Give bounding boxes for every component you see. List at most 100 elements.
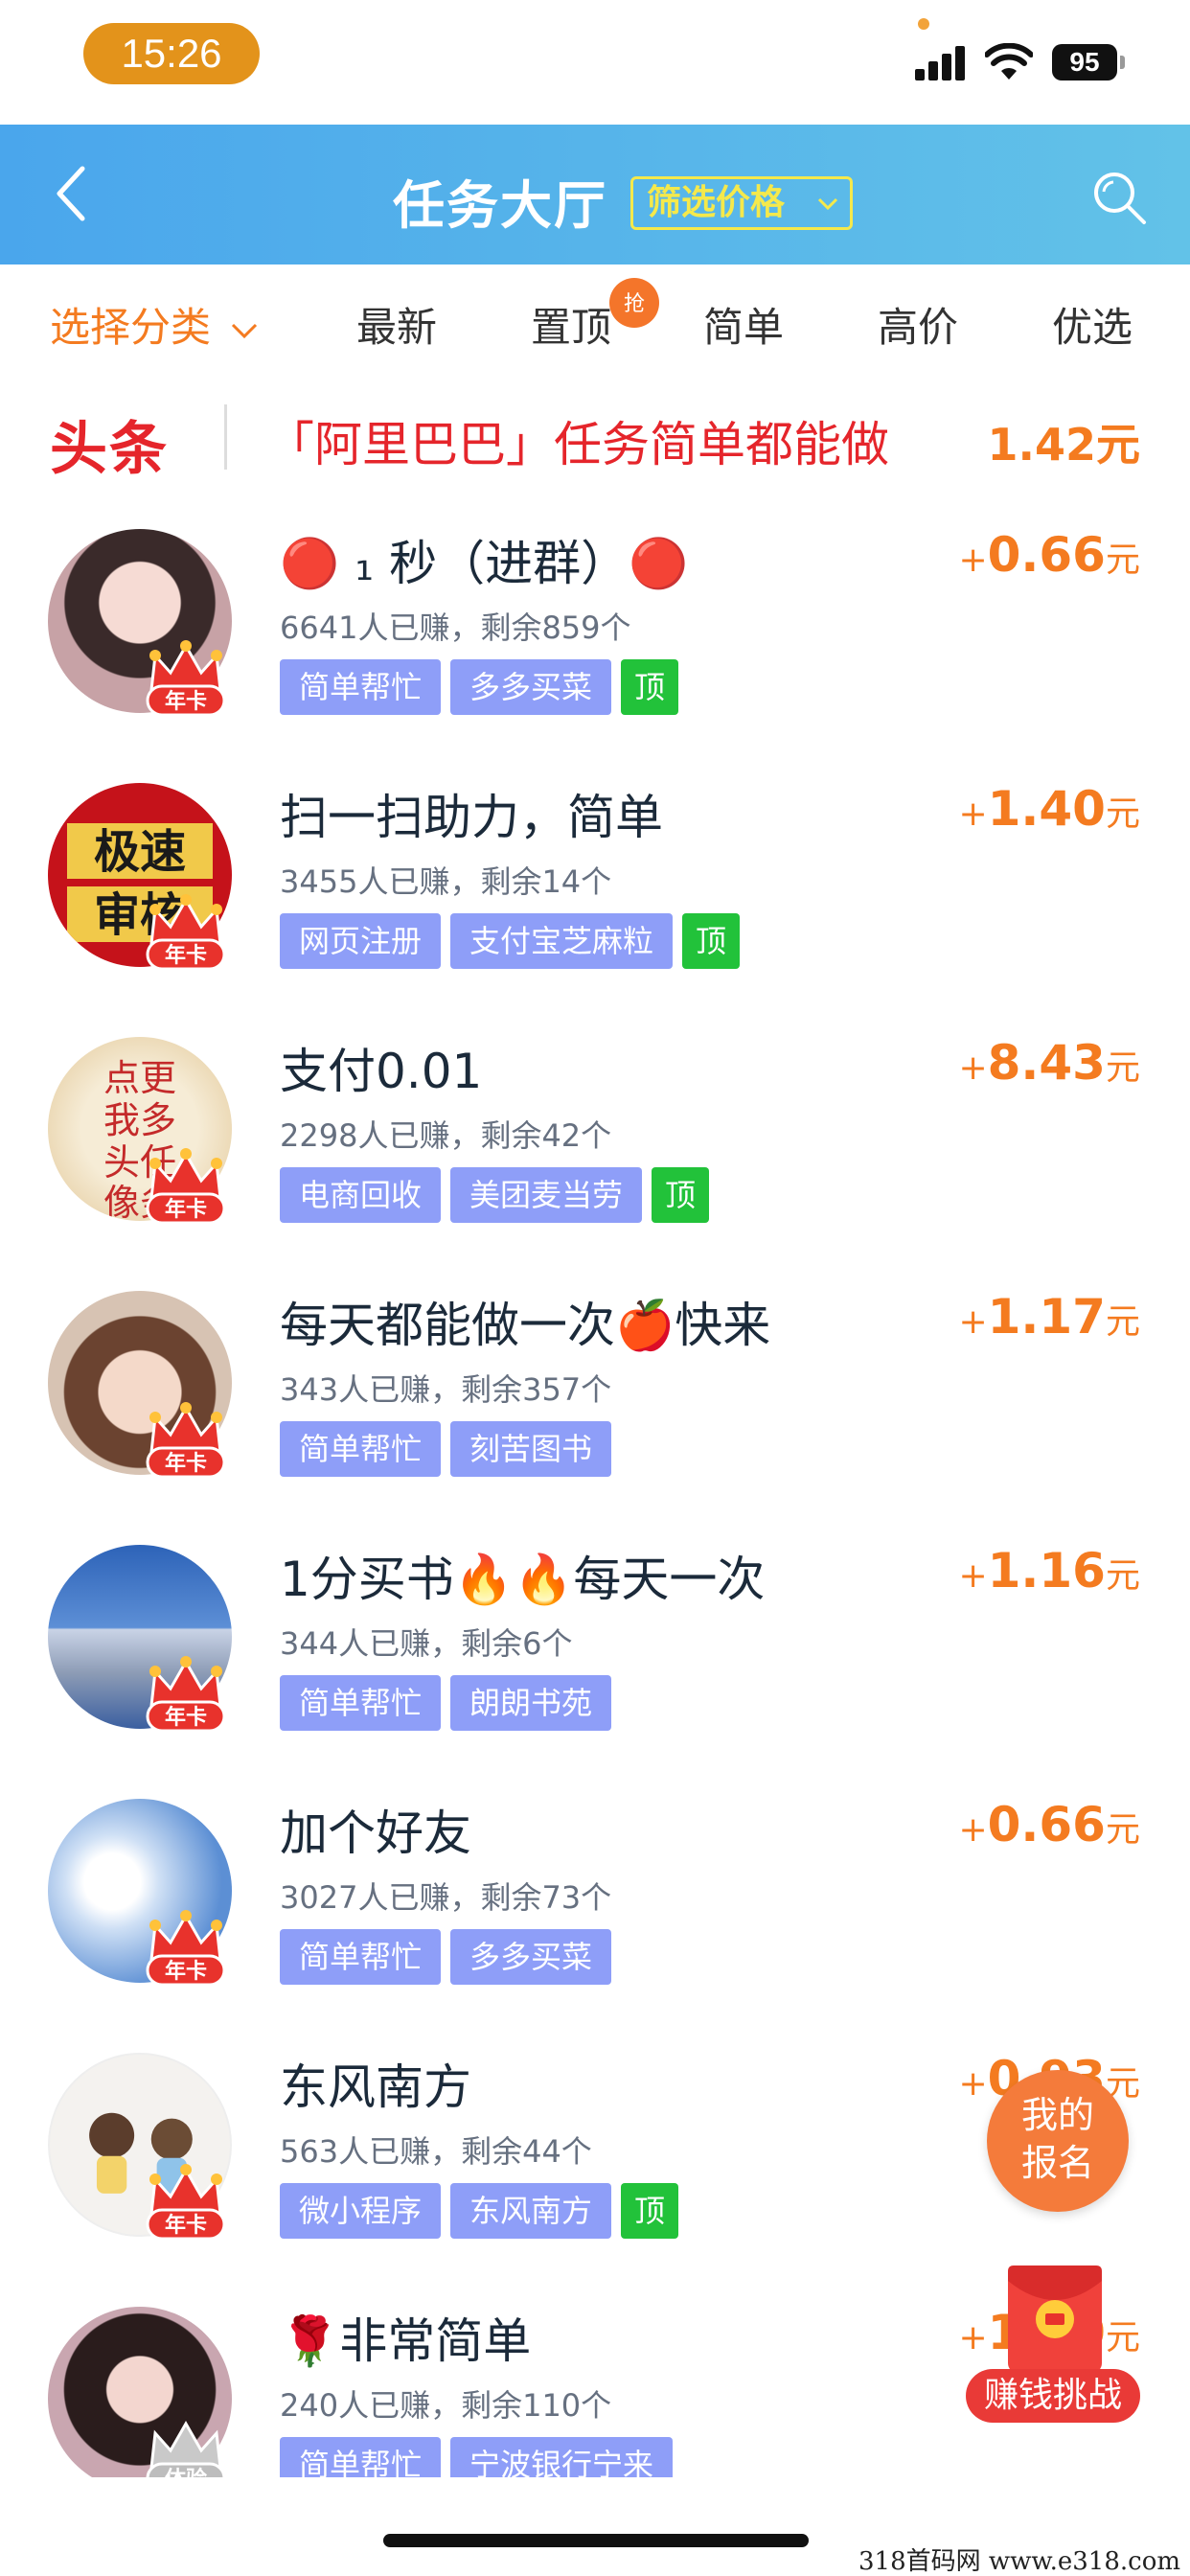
task-tag: 简单帮忙 <box>280 1675 442 1731</box>
task-tag: 刻苦图书 <box>450 1421 612 1477</box>
annual-vip-crown-icon: 年卡 <box>146 1402 226 1479</box>
task-tag: 支付宝芝麻粒 <box>450 913 674 969</box>
vip-label: 年卡 <box>165 689 207 714</box>
task-reward: +0.66元 <box>958 1797 1140 1852</box>
task-tag: 网页注册 <box>280 913 442 969</box>
chevron-down-icon <box>232 323 258 338</box>
vip-label: 年卡 <box>165 1451 207 1476</box>
task-item[interactable]: 点更 我多 头任 像务 年卡 支付0.01 2298人已赚，剩余42个 电商回收… <box>0 997 1190 1251</box>
vip-label: 年卡 <box>165 1959 207 1984</box>
pinned-tag: 顶 <box>682 913 741 969</box>
task-meta: 343人已赚，剩余357个 <box>280 1371 612 1408</box>
search-icon[interactable] <box>1090 169 1148 226</box>
tag-group: 微小程序 东风南方顶 <box>280 2183 688 2241</box>
fab-label-line2: 报名 <box>1020 2142 1094 2184</box>
task-title: 东风南方 <box>280 2059 471 2115</box>
task-item[interactable]: 年卡 每天都能做一次🍎快来 343人已赚，剩余357个 简单帮忙 刻苦图书 +1.… <box>0 1251 1190 1505</box>
grab-badge: 抢 <box>609 278 659 328</box>
vip-label: 体验 <box>165 2467 207 2477</box>
annual-vip-crown-icon: 年卡 <box>146 1148 226 1225</box>
privacy-indicator-dot <box>918 18 929 30</box>
task-reward: +1.40元 <box>958 781 1140 837</box>
task-reward: +8.43元 <box>958 1035 1140 1091</box>
annual-vip-crown-icon: 年卡 <box>146 640 226 717</box>
annual-vip-crown-icon: 年卡 <box>146 1910 226 1987</box>
tab-label: 选择分类 <box>50 304 212 351</box>
filter-price-label: 筛选价格 <box>647 183 786 222</box>
task-tag: 美团麦当劳 <box>450 1167 643 1223</box>
task-title: 1分买书🔥🔥每天一次 <box>280 1552 766 1607</box>
vip-label: 年卡 <box>165 1197 207 1222</box>
tag-group: 电商回收 美团麦当劳顶 <box>280 1167 719 1225</box>
task-meta: 563人已赚，剩余44个 <box>280 2133 592 2170</box>
status-time: 15:26 <box>83 23 260 84</box>
annual-vip-crown-icon: 年卡 <box>146 2164 226 2241</box>
avatar-text: 极速 <box>94 825 186 879</box>
task-item[interactable]: 年卡 加个好友 3027人已赚，剩余73个 简单帮忙 多多买菜 +0.66元 <box>0 1759 1190 2012</box>
tag-group: 简单帮忙 朗朗书苑 <box>280 1675 621 1733</box>
fab-label-line1: 我的 <box>1020 2094 1094 2136</box>
task-tag: 微小程序 <box>280 2183 442 2239</box>
headline-banner[interactable]: 头条 「阿里巴巴」任务简单都能做 1.42元 <box>0 383 1190 489</box>
task-tag: 朗朗书苑 <box>450 1675 612 1731</box>
earn-challenge-label: 赚钱挑战 <box>966 2369 1140 2423</box>
task-meta: 240人已赚，剩余110个 <box>280 2387 612 2424</box>
task-tag: 多多买菜 <box>450 659 612 715</box>
tag-group: 简单帮忙 刻苦图书 <box>280 1421 621 1479</box>
task-reward: +0.66元 <box>958 527 1140 583</box>
task-tag: 简单帮忙 <box>280 1421 442 1477</box>
tag-group: 简单帮忙 多多买菜 <box>280 1929 621 1987</box>
pinned-tag: 顶 <box>621 2183 679 2239</box>
red-envelope-icon <box>1008 2266 1102 2373</box>
task-meta: 344人已赚，剩余6个 <box>280 1625 573 1662</box>
tab-featured[interactable]: 优选 <box>1052 295 1133 354</box>
trial-vip-crown-icon: 体验 <box>146 2420 226 2477</box>
tab-simple[interactable]: 简单 <box>703 295 784 354</box>
avatar-text: 我多 <box>103 1099 176 1141</box>
task-item[interactable]: 年卡 🔴 ₁ 秒（进群）🔴 6641人已赚，剩余859个 简单帮忙 多多买菜顶 +… <box>0 489 1190 743</box>
task-tag: 简单帮忙 <box>280 1929 442 1985</box>
divider <box>224 404 227 470</box>
task-tag: 宁波银行宁来 <box>450 2437 674 2477</box>
annual-vip-crown-icon: 年卡 <box>146 894 226 971</box>
headline-tag: 头条 <box>50 416 169 483</box>
back-arrow-icon[interactable] <box>42 153 100 234</box>
task-title: 加个好友 <box>280 1806 471 1861</box>
task-title: 扫一扫助力，简单 <box>280 790 663 845</box>
task-item[interactable]: 极速 审核 年卡 扫一扫助力，简单 3455人已赚，剩余14个 网页注册 支付宝芝… <box>0 743 1190 997</box>
headline-price: 1.42元 <box>987 419 1141 471</box>
pinned-tag: 顶 <box>621 659 679 715</box>
earn-challenge-button[interactable]: 赚钱挑战 <box>966 2262 1140 2426</box>
status-bar: 15:26 95 <box>0 0 1190 125</box>
task-item[interactable]: 年卡 1分买书🔥🔥每天一次 344人已赚，剩余6个 简单帮忙 朗朗书苑 +1.16… <box>0 1505 1190 1759</box>
vip-label: 年卡 <box>165 2213 207 2238</box>
home-indicator[interactable] <box>383 2534 809 2547</box>
task-meta: 3027人已赚，剩余73个 <box>280 1879 612 1916</box>
task-meta: 6641人已赚，剩余859个 <box>280 610 631 646</box>
task-title: 🔴 ₁ 秒（进群）🔴 <box>280 536 689 591</box>
cellular-signal-icon <box>915 46 965 80</box>
filter-price-button[interactable]: 筛选价格 <box>630 176 853 230</box>
app-header: 任务大厅 筛选价格 <box>0 125 1190 264</box>
task-meta: 2298人已赚，剩余42个 <box>280 1117 612 1154</box>
task-tag: 电商回收 <box>280 1167 442 1223</box>
annual-vip-crown-icon: 年卡 <box>146 1656 226 1733</box>
tag-group: 简单帮忙 宁波银行宁来 <box>280 2437 682 2477</box>
tag-group: 网页注册 支付宝芝麻粒顶 <box>280 913 749 971</box>
my-signups-button[interactable]: 我的 报名 <box>987 2070 1129 2212</box>
battery-indicator: 95 <box>1052 44 1125 80</box>
vip-label: 年卡 <box>165 1705 207 1730</box>
category-tabs: 选择分类 最新 置顶 抢 简单 高价 优选 <box>0 264 1190 383</box>
task-reward: +1.17元 <box>958 1289 1140 1345</box>
task-tag: 东风南方 <box>450 2183 612 2239</box>
task-tag: 简单帮忙 <box>280 2437 442 2477</box>
task-meta: 3455人已赚，剩余14个 <box>280 863 612 900</box>
avatar-text: 点更 <box>103 1057 176 1099</box>
task-title: 支付0.01 <box>280 1044 483 1099</box>
tab-select-category[interactable]: 选择分类 <box>50 295 258 354</box>
vip-label: 年卡 <box>165 943 207 968</box>
chevron-down-icon <box>817 197 838 211</box>
tab-newest[interactable]: 最新 <box>356 295 437 354</box>
tab-pinned[interactable]: 置顶 <box>531 295 611 354</box>
tab-high-price[interactable]: 高价 <box>878 295 958 354</box>
